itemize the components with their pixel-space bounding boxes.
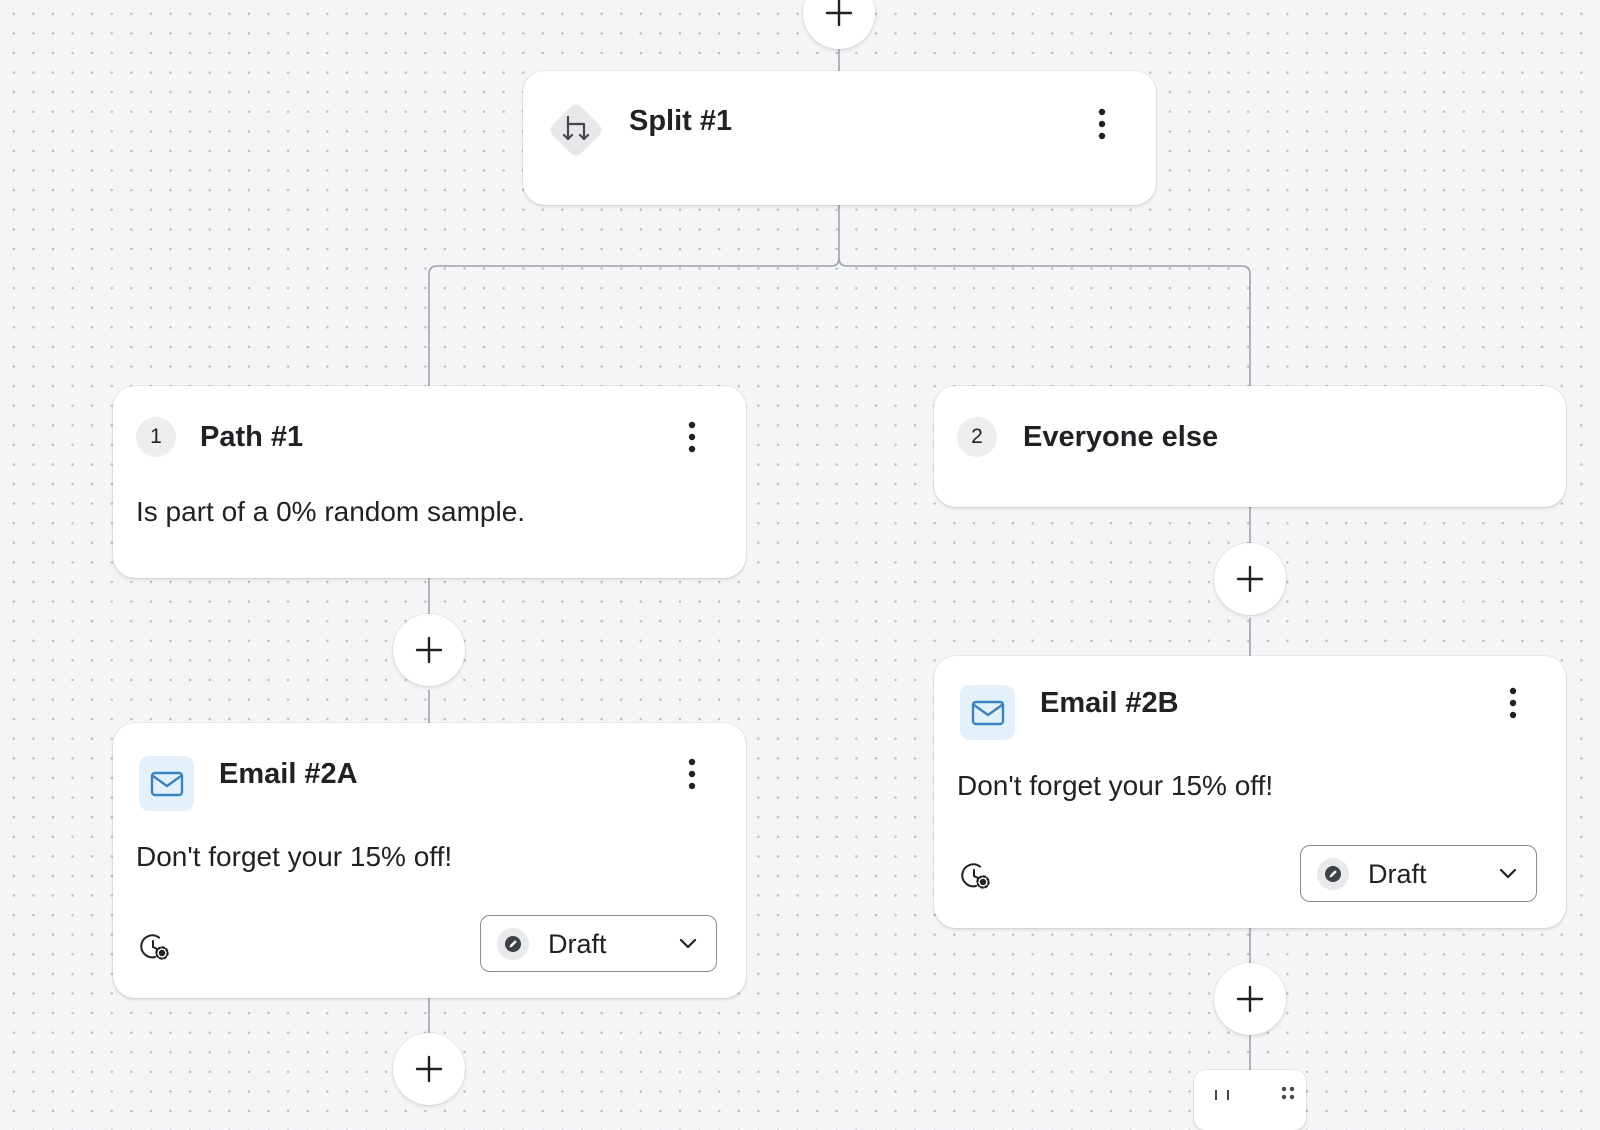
path-card-2[interactable]: 2 Everyone else [934, 386, 1566, 507]
plus-icon [415, 636, 443, 664]
split-card[interactable]: Split #1 [523, 71, 1156, 205]
add-step-button[interactable] [1214, 543, 1286, 615]
mail-icon [960, 685, 1015, 740]
split-more-button[interactable] [1087, 104, 1117, 144]
add-step-button[interactable] [1214, 963, 1286, 1035]
next-step-card[interactable] [1194, 1070, 1306, 1130]
timing-settings-icon[interactable] [961, 862, 993, 897]
plus-icon [1236, 565, 1264, 593]
pencil-icon [497, 928, 529, 960]
status-label: Draft [548, 929, 607, 959]
timing-settings-icon[interactable] [140, 933, 172, 968]
split-icon [542, 96, 610, 164]
path-number-badge: 2 [957, 417, 997, 457]
split-title: Split #1 [629, 105, 733, 137]
email-2b-more-button[interactable] [1498, 683, 1528, 723]
path-1-more-button[interactable] [677, 417, 707, 457]
status-dropdown[interactable]: Draft [1300, 845, 1537, 902]
more-vertical-icon [1509, 687, 1517, 719]
path-title: Everyone else [1023, 421, 1219, 453]
path-card-1[interactable]: 1 Path #1 Is part of a 0% random sample. [113, 386, 746, 578]
add-step-button[interactable] [393, 614, 465, 686]
chevron-down-icon [1499, 868, 1517, 879]
more-vertical-icon [688, 758, 696, 790]
plus-icon [825, 0, 853, 27]
email-2a-more-button[interactable] [677, 754, 707, 794]
email-subject: Don't forget your 15% off! [136, 841, 453, 872]
mail-icon [139, 756, 194, 811]
status-dropdown[interactable]: Draft [480, 915, 717, 972]
email-card-2a[interactable]: Email #2A Don't forget your 15% off! Dra… [113, 723, 746, 998]
email-title: Email #2A [219, 758, 358, 790]
chevron-down-icon [679, 938, 697, 949]
more-vertical-icon [1098, 108, 1106, 140]
pencil-icon [1317, 858, 1349, 890]
email-title: Email #2B [1040, 687, 1179, 719]
path-condition: Is part of a 0% random sample. [136, 496, 526, 527]
status-label: Draft [1368, 859, 1427, 889]
path-number-badge: 1 [136, 417, 176, 457]
more-vertical-icon [688, 421, 696, 453]
drag-handle-icon [1215, 1086, 1295, 1100]
email-subject: Don't forget your 15% off! [957, 770, 1274, 801]
plus-icon [415, 1055, 443, 1083]
plus-icon [1236, 985, 1264, 1013]
add-step-button[interactable] [393, 1033, 465, 1105]
email-card-2b[interactable]: Email #2B Don't forget your 15% off! Dra… [934, 656, 1566, 928]
path-title: Path #1 [200, 421, 304, 453]
